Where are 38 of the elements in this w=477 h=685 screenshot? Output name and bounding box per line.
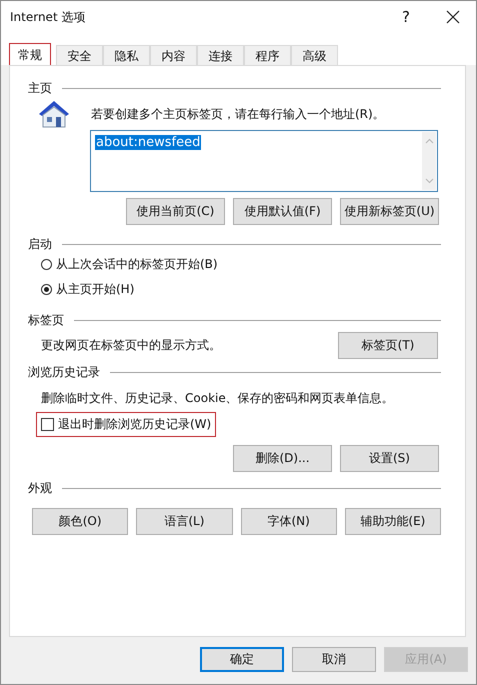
window-title: Internet 选项 — [10, 8, 86, 26]
tab[interactable]: 连接 — [197, 45, 244, 67]
section-heading: 浏览历史记录 — [28, 364, 100, 380]
close-icon[interactable] — [446, 10, 460, 24]
appearance-button[interactable]: 颜色(O) — [32, 508, 128, 535]
history-button[interactable]: 设置(S) — [340, 445, 439, 472]
dialog-button[interactable]: 确定 — [200, 647, 284, 672]
history-button[interactable]: 删除(D)... — [233, 445, 332, 472]
section-heading: 外观 — [28, 480, 52, 496]
home-button[interactable]: 使用当前页(C) — [126, 198, 225, 225]
home-button[interactable]: 使用新标签页(U) — [340, 198, 439, 225]
dialog-button[interactable]: 取消 — [292, 647, 376, 672]
section-heading: 主页 — [28, 80, 52, 96]
radio-button[interactable] — [41, 259, 52, 270]
tab[interactable]: 程序 — [244, 45, 291, 67]
address-field[interactable]: about:newsfeed — [90, 130, 438, 192]
radio-label[interactable]: 从上次会话中的标签页开始(B) — [56, 256, 218, 273]
house-icon — [38, 99, 70, 129]
appearance-button[interactable]: 字体(N) — [240, 508, 337, 535]
section-heading: 标签页 — [28, 312, 64, 328]
help-button[interactable]: ? — [402, 8, 410, 26]
tab[interactable]: 高级 — [291, 45, 338, 67]
tab[interactable]: 常规 — [9, 43, 51, 67]
appearance-button[interactable]: 语言(L) — [136, 508, 232, 535]
appearance-button[interactable]: 辅助功能(E) — [344, 508, 441, 535]
section-heading: 启动 — [28, 236, 52, 252]
radio-button[interactable] — [41, 284, 52, 295]
description-text: 更改网页在标签页中的显示方式。 — [41, 336, 221, 354]
instruction-text: 若要创建多个主页标签页，请在每行输入一个地址(R)。 — [91, 106, 385, 122]
tab[interactable]: 隐私 — [103, 45, 150, 67]
checkbox[interactable] — [41, 418, 54, 431]
tab[interactable]: 内容 — [150, 45, 197, 67]
checkbox-label[interactable]: 退出时删除浏览历史记录(W) — [58, 416, 212, 433]
description-text: 删除临时文件、历史记录、Cookie、保存的密码和网页表单信息。 — [41, 390, 395, 407]
tab[interactable]: 安全 — [56, 45, 103, 67]
home-button[interactable]: 使用默认值(F) — [233, 198, 332, 225]
radio-label[interactable]: 从主页开始(H) — [56, 281, 134, 298]
tabs-button[interactable]: 标签页(T) — [338, 332, 438, 358]
